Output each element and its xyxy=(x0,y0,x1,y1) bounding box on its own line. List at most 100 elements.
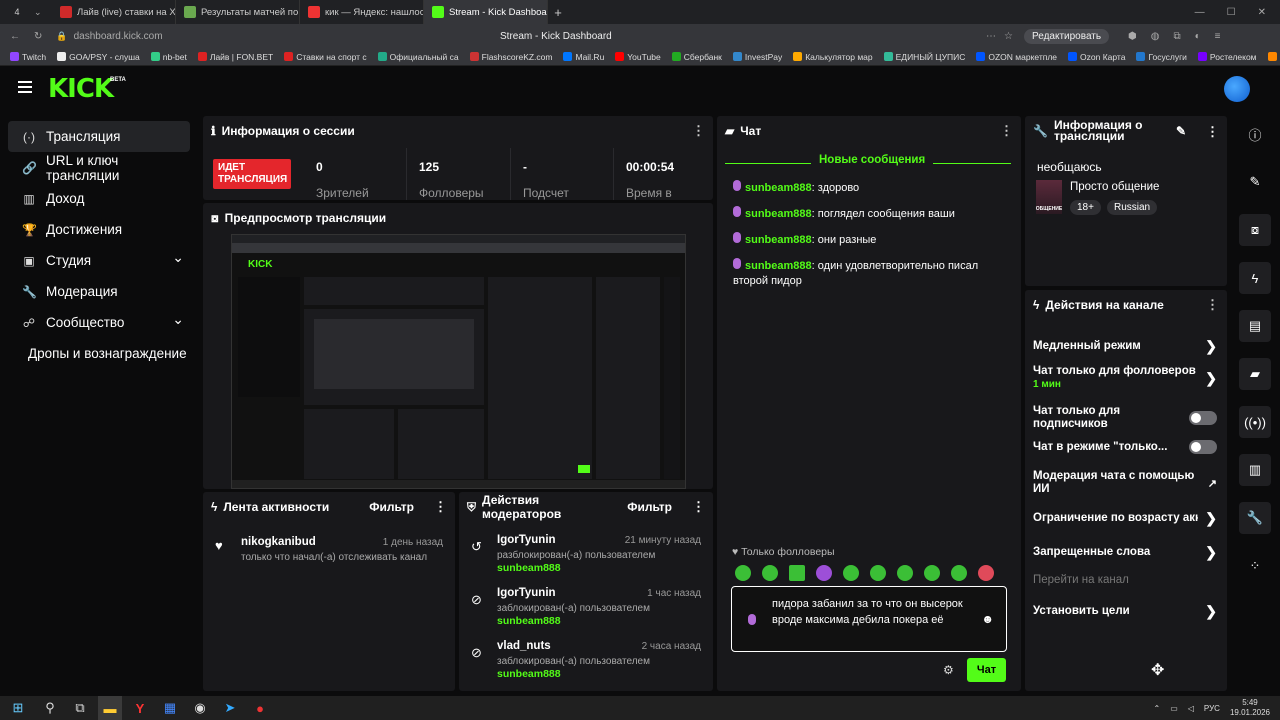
reload-icon[interactable]: ↻ xyxy=(34,31,42,42)
app-icon[interactable]: ◉ xyxy=(188,696,212,720)
emote[interactable] xyxy=(816,565,832,581)
extensions-icon[interactable]: ⬢◍⧉◐≡ xyxy=(1128,31,1234,42)
bolt-tool-icon[interactable]: ϟ xyxy=(1239,262,1271,294)
mod-action-user[interactable]: IgorTyunin xyxy=(497,534,556,546)
channel-action-5[interactable]: Ограничение по возрасту акка ❯ xyxy=(1033,510,1217,527)
channel-action-0[interactable]: Медленный режим ❯ xyxy=(1033,338,1217,355)
bookmark-item[interactable]: ЕДИНЫЙ ЦУПИС xyxy=(883,52,965,62)
mod-action-target[interactable]: sunbeam888 xyxy=(497,615,561,627)
sidebar-item-4[interactable]: ▣ Студия ⌄ xyxy=(8,245,190,276)
channel-action-2[interactable]: Чат только для подписчиков xyxy=(1033,405,1217,431)
sidebar-item-1[interactable]: 🔗 URL и ключ трансляции xyxy=(8,152,190,183)
chat-username[interactable]: sunbeam888 xyxy=(745,234,812,246)
back-icon[interactable]: ← xyxy=(10,31,20,42)
telegram-icon[interactable]: ➤ xyxy=(218,696,242,720)
tab-list-icon[interactable]: ⌄ xyxy=(34,7,52,18)
emote[interactable] xyxy=(843,565,859,581)
wrench-tool-icon[interactable]: 🔧 xyxy=(1239,502,1271,534)
stream-info-menu-icon[interactable]: ⋮ xyxy=(1206,125,1219,138)
bookmark-item[interactable]: nb-bet xyxy=(150,52,187,62)
emoji-icon[interactable]: ☻ xyxy=(981,612,994,626)
minimize-icon[interactable]: — xyxy=(1195,7,1205,18)
bookmark-item[interactable]: Калькулятор мар xyxy=(793,52,873,62)
bookmark-item[interactable]: Ставки на спорт с xyxy=(284,52,367,62)
sidebar-item-3[interactable]: 🏆 Достижения xyxy=(8,214,190,245)
calculator-icon[interactable]: ▦ xyxy=(158,696,182,720)
yandex-icon[interactable]: Y xyxy=(128,696,152,720)
bookmark-item[interactable]: Официальный са xyxy=(377,52,459,62)
close-window-icon[interactable]: ✕ xyxy=(1258,7,1266,18)
bookmark-item[interactable]: FlashscoreKZ.com xyxy=(469,52,552,62)
mod-filter-button[interactable]: Фильтр xyxy=(627,500,672,514)
browser-tab[interactable]: Лайв (live) ставки на Хок xyxy=(52,0,176,24)
pencil-icon[interactable]: ✎ xyxy=(1239,166,1271,198)
search-icon[interactable]: ⚲ xyxy=(38,696,62,720)
chat-username[interactable]: sunbeam888 xyxy=(745,260,812,272)
bookmark-item[interactable]: Лайв | FON.BET xyxy=(197,52,273,62)
sidebar-item-7[interactable]: Дропы и вознаграждение xyxy=(8,338,190,369)
bookmark-item[interactable]: Twitch xyxy=(10,52,46,62)
bookmark-item[interactable]: Mail.Ru xyxy=(563,52,604,62)
chat-username[interactable]: sunbeam888 xyxy=(745,208,812,220)
maximize-icon[interactable]: ☐ xyxy=(1227,7,1236,18)
channel-action-6[interactable]: Запрещенные слова ❯ xyxy=(1033,544,1217,561)
toggle-switch[interactable] xyxy=(1189,411,1217,425)
start-icon[interactable]: ⊞ xyxy=(6,696,30,720)
edit-pencil-icon[interactable]: ✎ xyxy=(1176,125,1186,137)
toggle-switch[interactable] xyxy=(1189,440,1217,454)
browser-tab-active[interactable]: Stream - Kick Dashboard xyxy=(424,0,548,24)
chat-send-button[interactable]: Чат xyxy=(967,658,1006,682)
menu-icon[interactable] xyxy=(18,81,32,93)
sidebar-item-5[interactable]: 🔧 Модерация xyxy=(8,276,190,307)
mod-action-target[interactable]: sunbeam888 xyxy=(497,668,561,680)
chat-menu-icon[interactable]: ⋮ xyxy=(1000,123,1013,139)
bookmark-item[interactable]: YouTube xyxy=(615,52,661,62)
sidebar-item-6[interactable]: ☍ Сообщество ⌄ xyxy=(8,307,190,338)
channel-actions-menu-icon[interactable]: ⋮ xyxy=(1206,297,1219,313)
bookmark-item[interactable]: DNS – интер xyxy=(1267,52,1280,62)
bookmark-item[interactable]: GOA/PSY - слуша xyxy=(57,52,140,62)
activity-user[interactable]: nikogkanibud xyxy=(241,536,316,548)
settings-gear-icon[interactable]: ⚙ xyxy=(943,663,954,677)
explorer-icon[interactable]: ▬ xyxy=(98,696,122,720)
chevron-down-icon[interactable]: ⌄ xyxy=(172,249,184,266)
emote[interactable] xyxy=(924,565,940,581)
emote[interactable] xyxy=(870,565,886,581)
bookmark-item[interactable]: OZON маркетпле xyxy=(976,52,1057,62)
chat-bubble-icon[interactable]: ▰ xyxy=(1239,358,1271,390)
chevron-down-icon[interactable]: ⌄ xyxy=(172,311,184,328)
notes-icon[interactable]: ▤ xyxy=(1239,310,1271,342)
sidebar-item-0[interactable]: (·) Трансляция xyxy=(8,121,190,152)
bookmark-item[interactable]: InvestPay xyxy=(732,52,782,62)
tray-chevron-icon[interactable]: ⌃ xyxy=(1154,704,1161,713)
tab-count[interactable]: 4 xyxy=(0,7,34,17)
channel-action-3[interactable]: Чат в режиме "только... xyxy=(1033,440,1217,454)
volume-icon[interactable]: ◁ xyxy=(1188,704,1194,713)
bookmark-item[interactable]: Госуслуги xyxy=(1136,52,1187,62)
category-name[interactable]: Просто общение xyxy=(1070,181,1159,193)
bookmark-item[interactable]: Ростелеком xyxy=(1197,52,1257,62)
channel-action-8[interactable]: Установить цели ❯ xyxy=(1033,603,1217,620)
emote[interactable] xyxy=(978,565,994,581)
new-tab-button[interactable]: + xyxy=(548,5,568,20)
emote[interactable] xyxy=(951,565,967,581)
sidebar-item-2[interactable]: ▥ Доход xyxy=(8,183,190,214)
channel-action-1[interactable]: Чат только для фолловеров 1 мин ❯ xyxy=(1033,365,1217,391)
task-view-icon[interactable]: ⧉ xyxy=(68,696,92,720)
url-field[interactable]: dashboard.kick.com xyxy=(74,31,163,42)
mod-menu-icon[interactable]: ⋮ xyxy=(692,499,705,515)
edit-button[interactable]: Редактировать xyxy=(1024,28,1110,44)
preview-toggle-icon[interactable]: ⧇ xyxy=(1239,214,1271,246)
kick-logo[interactable]: KICK xyxy=(48,74,114,104)
mod-action-target[interactable]: sunbeam888 xyxy=(497,562,561,574)
emote[interactable] xyxy=(897,565,913,581)
clock[interactable]: 5:49 19.01.2026 xyxy=(1230,698,1270,718)
community-tool-icon[interactable]: ⁘ xyxy=(1239,550,1271,582)
activity-menu-icon[interactable]: ⋮ xyxy=(434,499,447,515)
chat-username[interactable]: sunbeam888 xyxy=(745,182,812,194)
emote[interactable] xyxy=(735,565,751,581)
bookmark-item[interactable]: Сбербанк xyxy=(671,52,722,62)
mod-action-user[interactable]: vlad_nuts xyxy=(497,640,551,652)
more-icon[interactable]: ⋯ xyxy=(986,31,996,42)
stream-preview-video[interactable]: KICK xyxy=(231,234,686,489)
